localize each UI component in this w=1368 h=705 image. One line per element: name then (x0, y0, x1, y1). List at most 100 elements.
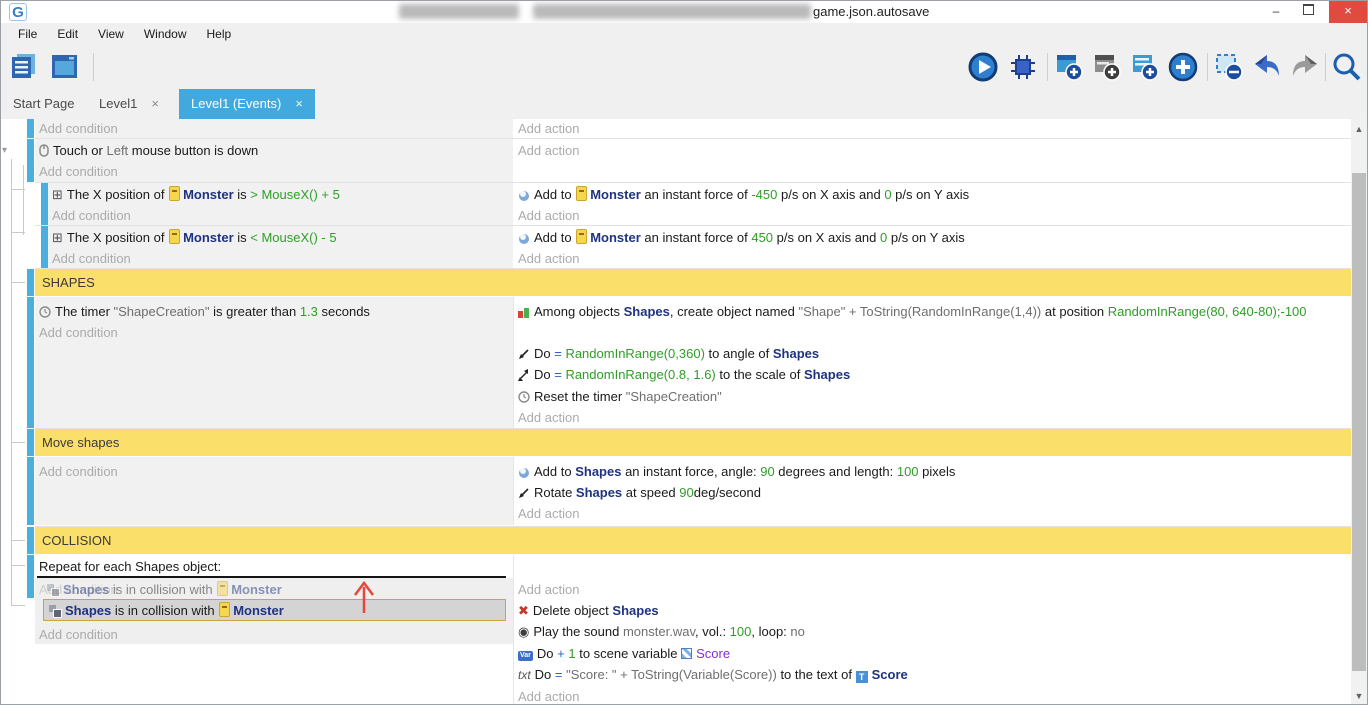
add-action-link[interactable]: Add action (518, 686, 579, 705)
add-condition-link[interactable]: Add condition (52, 248, 131, 269)
action-text: degrees and length: (775, 464, 897, 479)
condition-collision-selected[interactable]: Shapes is in collision with Monster (43, 599, 506, 621)
minimize-button[interactable]: – (1261, 1, 1291, 23)
action-text: p/s on X axis and (773, 230, 880, 245)
add-condition-link[interactable]: Add condition (39, 461, 118, 482)
tab-level1[interactable]: Level1× (87, 89, 171, 119)
object-name: Shapes (575, 464, 621, 479)
add-condition-link[interactable]: Add condition (39, 119, 118, 139)
condition-param: Left (106, 143, 128, 158)
add-subevent-button[interactable] (1091, 51, 1123, 83)
condition-touch-mouse[interactable]: Touch or Left mouse button is down (39, 140, 258, 161)
action-rotate-shapes[interactable]: Rotate Shapes at speed 90deg/second (518, 482, 761, 503)
action-text: an instant force, angle: (621, 464, 760, 479)
action-delete-object[interactable]: ✖Delete object Shapes (518, 600, 659, 621)
value: 1.3 (300, 304, 318, 319)
add-action-link[interactable]: Add action (518, 579, 579, 600)
delete-selection-icon (1213, 51, 1245, 83)
scrollbar-thumb[interactable] (1352, 173, 1366, 671)
action-increment-variable[interactable]: VarDo + 1 to scene variable Score (518, 643, 730, 664)
action-set-text[interactable]: txtDo = "Score: " + ToString(Variable(Sc… (518, 664, 908, 685)
close-button[interactable]: × (1329, 1, 1367, 23)
text-action-icon: txt (518, 668, 531, 682)
tree-line (11, 159, 12, 605)
variable-name: Score (696, 646, 730, 661)
expression: > MouseX() + 5 (250, 187, 340, 202)
tab-label: Start Page (13, 96, 74, 111)
action-text: Delete object (533, 603, 613, 618)
project-manager-button[interactable] (9, 51, 41, 83)
action-add-force-neg[interactable]: Add to Monster an instant force of -450 … (518, 184, 969, 205)
collapse-arrow-icon[interactable]: ▾ (2, 145, 7, 156)
tab-start-page[interactable]: Start Page (1, 89, 86, 119)
angle-arrow-icon (518, 345, 530, 366)
condition-x-position-lt[interactable]: ⊞The X position of Monster is < MouseX()… (52, 227, 337, 248)
menu-file[interactable]: File (9, 25, 46, 43)
action-create-object[interactable]: Among objects Shapes, create object name… (518, 301, 1350, 324)
column-separator (513, 457, 514, 525)
action-add-force-shapes[interactable]: Add to Shapes an instant force, angle: 9… (518, 461, 955, 482)
action-text: Add to (534, 464, 575, 479)
event-bar (27, 527, 34, 554)
column-separator (513, 297, 514, 428)
condition-timer[interactable]: The timer "ShapeCreation" is greater tha… (39, 301, 370, 322)
undo-button[interactable] (1251, 51, 1283, 83)
add-action-link[interactable]: Add action (518, 248, 579, 269)
scene-editor-button[interactable] (49, 51, 81, 83)
file-param: monster.wav (623, 624, 695, 639)
action-set-scale[interactable]: Do = RandomInRange(0.8, 1.6) to the scal… (518, 364, 850, 385)
group-banner-move-shapes[interactable]: Move shapes (35, 429, 1352, 456)
add-condition-link[interactable]: Add condition (39, 624, 118, 645)
operator: = (554, 367, 562, 382)
scale-arrows-icon (518, 366, 530, 387)
add-event-icon (1053, 51, 1085, 83)
action-add-force-pos[interactable]: Add to Monster an instant force of 450 p… (518, 227, 965, 248)
restore-button[interactable] (1293, 1, 1323, 23)
play-button[interactable] (967, 51, 999, 83)
add-other-button[interactable] (1167, 51, 1199, 83)
action-play-sound[interactable]: ◉Play the sound monster.wav, vol.: 100, … (518, 621, 805, 642)
string-param: "Score: " + ToString(Variable(Score)) (566, 667, 777, 682)
scroll-up-icon[interactable]: ▲ (1351, 121, 1367, 137)
tab-close-icon[interactable]: × (151, 96, 159, 111)
action-text: Reset the timer (534, 389, 626, 404)
repeat-for-each-header[interactable]: Repeat for each Shapes object: (39, 556, 221, 577)
group-banner-shapes[interactable]: SHAPES (35, 269, 1352, 296)
add-action-link[interactable]: Add action (518, 140, 579, 161)
action-text: at speed (622, 485, 679, 500)
redo-button[interactable] (1289, 51, 1321, 83)
menu-edit[interactable]: Edit (48, 25, 87, 43)
action-set-angle[interactable]: Do = RandomInRange(0,360) to angle of Sh… (518, 343, 819, 364)
tree-line (11, 540, 25, 541)
monster-object-icon (219, 602, 230, 617)
action-text: pixels (919, 464, 956, 479)
add-action-link[interactable]: Add action (518, 503, 579, 524)
add-event-button[interactable] (1053, 51, 1085, 83)
value: 0 (884, 187, 891, 202)
menu-view[interactable]: View (89, 25, 133, 43)
bug-icon (1007, 51, 1039, 83)
menu-help[interactable]: Help (198, 25, 241, 43)
add-comment-button[interactable] (1129, 51, 1161, 83)
add-action-link[interactable]: Add action (518, 407, 579, 428)
tab-level1-events[interactable]: Level1 (Events)× (179, 89, 315, 119)
action-text: , vol.: (695, 624, 730, 639)
scroll-down-icon[interactable]: ▼ (1351, 688, 1367, 704)
tab-close-icon[interactable]: × (295, 96, 303, 111)
add-condition-link[interactable]: Add condition (39, 322, 118, 343)
condition-x-position-gt[interactable]: ⊞The X position of Monster is > MouseX()… (52, 184, 340, 205)
search-button[interactable] (1331, 51, 1363, 83)
menu-window[interactable]: Window (135, 25, 196, 43)
debugger-button[interactable] (1007, 51, 1039, 83)
value: -450 (751, 187, 777, 202)
group-banner-collision[interactable]: COLLISION (35, 527, 1352, 554)
add-action-link[interactable]: Add action (518, 205, 579, 226)
add-action-link[interactable]: Add action (518, 119, 579, 139)
action-reset-timer[interactable]: Reset the timer "ShapeCreation" (518, 386, 722, 407)
object-name: Monster (183, 230, 234, 245)
delete-event-button[interactable] (1213, 51, 1245, 83)
object-name: Monster (233, 603, 284, 618)
add-condition-link[interactable]: Add condition (39, 161, 118, 182)
add-condition-link[interactable]: Add condition (52, 205, 131, 226)
force-hand-icon (518, 463, 530, 484)
